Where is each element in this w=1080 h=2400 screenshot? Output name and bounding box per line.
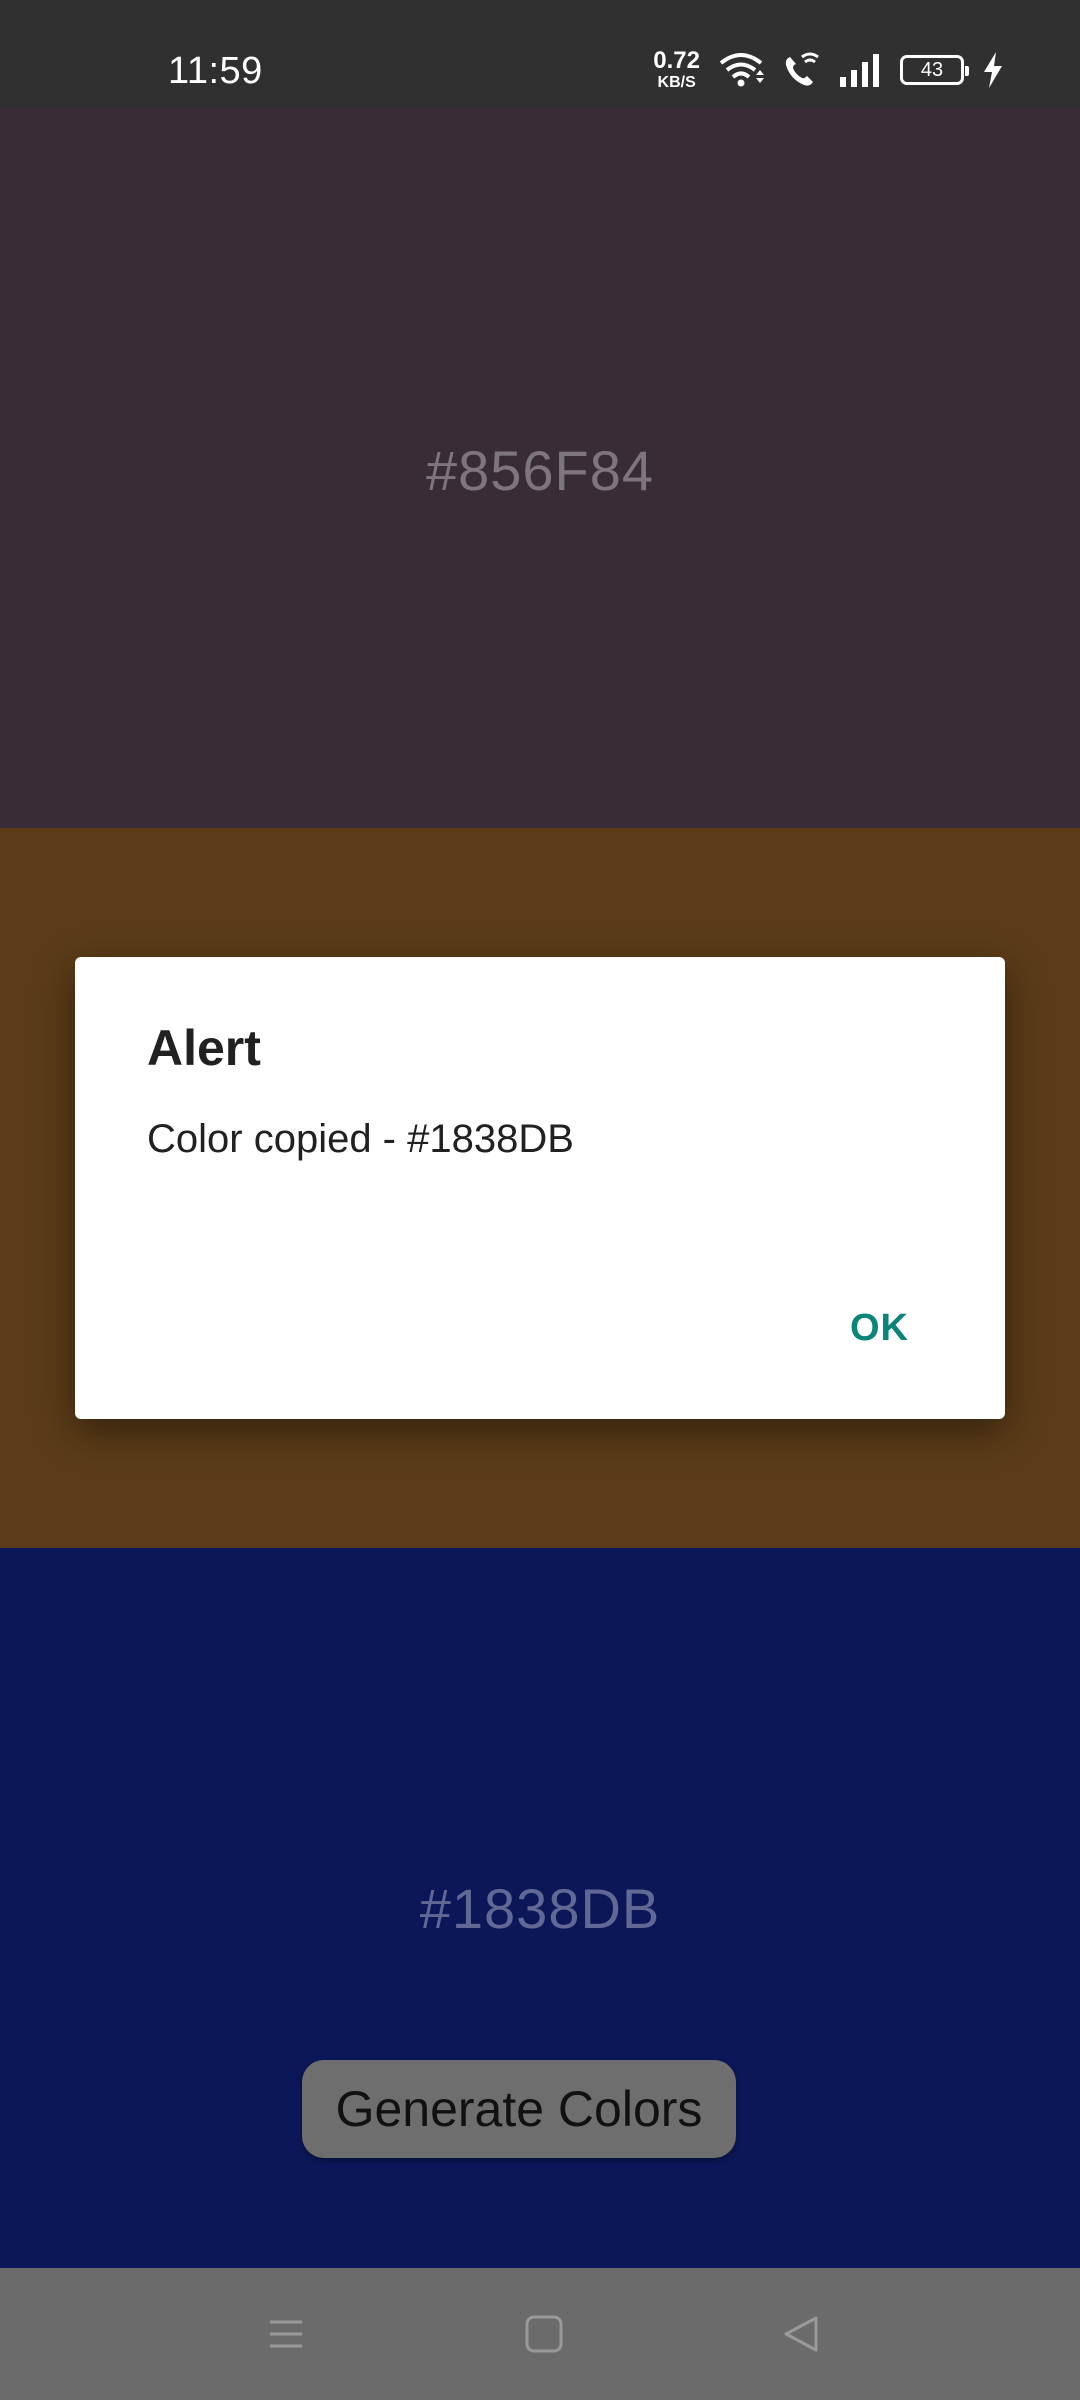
alert-dialog: Alert Color copied - #1838DB OK xyxy=(75,957,1005,1419)
dialog-title: Alert xyxy=(147,1020,261,1076)
app-screen: 11:59 0.72 KB/S 43 #856F84 #1838DB Gener… xyxy=(0,0,1080,2400)
ok-button[interactable]: OK xyxy=(850,1307,909,1350)
dialog-message: Color copied - #1838DB xyxy=(147,1117,574,1161)
